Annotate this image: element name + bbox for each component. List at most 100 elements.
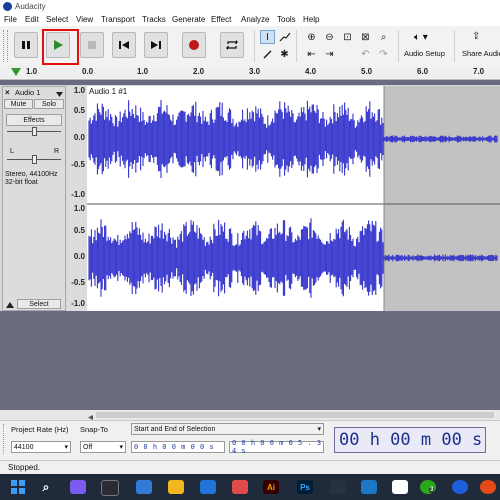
pan-slider-thumb[interactable]: [32, 155, 37, 164]
selection-tool-icon[interactable]: I: [260, 30, 275, 44]
zoom-out-icon[interactable]: ⊖: [322, 30, 337, 44]
windows-start-icon[interactable]: [10, 480, 26, 494]
menu-analyze[interactable]: Analyze: [241, 15, 269, 24]
capcut-icon[interactable]: [392, 480, 408, 494]
search-icon[interactable]: ⌕: [38, 480, 54, 494]
scale-label: 0.0: [73, 133, 85, 142]
project-rate-value: 44100: [14, 443, 34, 451]
chrome-icon[interactable]: [480, 480, 496, 494]
zoom-toggle-icon[interactable]: ⌕: [376, 30, 391, 44]
status-bar: Stopped.: [0, 460, 500, 475]
task-view-icon[interactable]: [101, 480, 119, 496]
scrollbar-thumb[interactable]: [96, 412, 494, 418]
draw-tool-icon[interactable]: [260, 47, 275, 61]
trim-audio-icon[interactable]: ⇤: [304, 47, 319, 61]
selection-toolbar-grip[interactable]: [3, 424, 7, 454]
edge-browser-icon[interactable]: [136, 480, 152, 494]
ruler-label: 6.0: [417, 67, 429, 76]
skip-to-end-button[interactable]: [144, 32, 168, 58]
project-rate-select[interactable]: 44100 ▾: [11, 441, 71, 453]
scale-label: 0.5: [73, 106, 85, 115]
zoom-in-icon[interactable]: ⊕: [304, 30, 319, 44]
menu-tools[interactable]: Tools: [277, 15, 296, 24]
copilot-icon[interactable]: [70, 480, 86, 494]
toolbar-separator: [398, 30, 399, 62]
collapse-track-icon[interactable]: [6, 301, 14, 310]
menu-select[interactable]: Select: [46, 15, 68, 24]
solo-button[interactable]: Solo: [34, 99, 64, 109]
stop-button[interactable]: [80, 32, 104, 58]
file-explorer-icon[interactable]: [168, 480, 184, 494]
title-bar: Audacity: [0, 0, 500, 14]
track-control-panel: × Audio 1 Mute Solo Effects L R Stereo, …: [2, 86, 66, 311]
menu-edit[interactable]: Edit: [25, 15, 39, 24]
track-name[interactable]: Audio 1: [15, 88, 40, 97]
menu-generate[interactable]: Generate: [172, 15, 205, 24]
pan-left-label: L: [10, 148, 14, 155]
photoshop-icon[interactable]: Ps: [297, 480, 313, 494]
track-menu-chevron-icon[interactable]: [56, 90, 63, 99]
toolbar-grip[interactable]: [3, 30, 8, 62]
menu-bar: File Edit Select View Transport Tracks G…: [0, 14, 500, 26]
share-audio-button[interactable]: ⇪ Share Audio: [460, 30, 500, 62]
loop-button[interactable]: [220, 32, 244, 58]
mute-button[interactable]: Mute: [4, 99, 33, 109]
play-button-highlight: [42, 29, 79, 65]
effects-button[interactable]: Effects: [6, 114, 62, 126]
edge-dev-icon[interactable]: [452, 480, 468, 494]
pinned-app-icon[interactable]: [330, 480, 346, 494]
pan-right-label: R: [54, 148, 60, 155]
waveform-clip[interactable]: Audio 1 #1: [87, 86, 500, 311]
outlook-icon[interactable]: [200, 480, 216, 494]
scale-label: -0.5: [71, 278, 85, 287]
skip-to-start-button[interactable]: [112, 32, 136, 58]
window-title: Audacity: [15, 2, 46, 11]
whatsapp-icon[interactable]: 3: [420, 480, 436, 494]
audacity-logo-icon: [3, 2, 12, 11]
ruler-label: 3.0: [249, 67, 261, 76]
menu-help[interactable]: Help: [303, 15, 319, 24]
audio-position-display[interactable]: 00 h 00 m 00 s: [334, 427, 486, 453]
multi-tool-icon[interactable]: ✱: [277, 47, 292, 61]
menu-tracks[interactable]: Tracks: [142, 15, 166, 24]
record-button[interactable]: [182, 32, 206, 58]
illustrator-icon[interactable]: Ai: [263, 480, 279, 494]
audio-setup-button[interactable]: 🔈︎ ▾ Audio Setup: [404, 30, 450, 62]
ruler-label: 5.0: [361, 67, 373, 76]
menu-effect[interactable]: Effect: [211, 15, 231, 24]
pause-button[interactable]: [14, 32, 38, 58]
select-track-button[interactable]: Select: [17, 299, 61, 309]
playhead-marker-icon[interactable]: [11, 68, 21, 78]
undo-icon[interactable]: ↶: [358, 47, 373, 61]
status-text: Stopped.: [8, 463, 41, 472]
envelope-tool-icon[interactable]: [277, 30, 292, 44]
menu-transport[interactable]: Transport: [101, 15, 135, 24]
scale-label: -0.5: [71, 160, 85, 169]
selection-mode-select[interactable]: Start and End of Selection ▾: [131, 423, 324, 435]
toolbar-separator: [296, 30, 297, 62]
menu-file[interactable]: File: [4, 15, 17, 24]
ruler-label: 0.0: [82, 67, 94, 76]
close-track-icon[interactable]: ×: [5, 88, 10, 97]
vscode-icon[interactable]: [361, 480, 377, 494]
project-rate-label: Project Rate (Hz): [11, 425, 69, 434]
ruler-label: 1.0: [26, 67, 38, 76]
audio-setup-label: Audio Setup: [404, 49, 445, 58]
clip-name[interactable]: Audio 1 #1: [89, 87, 127, 96]
fit-selection-icon[interactable]: ⊡: [340, 30, 355, 44]
audio-position-value: 00 h 00 m 00 s: [339, 430, 483, 450]
selection-start-time[interactable]: 0 0 h 0 0 m 0 0 s: [131, 441, 225, 453]
redo-icon[interactable]: ↷: [376, 47, 391, 61]
gain-slider-thumb[interactable]: [32, 127, 37, 136]
waveform-canvas[interactable]: [87, 86, 500, 311]
scale-label: 0.0: [73, 252, 85, 261]
silence-audio-icon[interactable]: ⇥: [322, 47, 337, 61]
horizontal-scrollbar[interactable]: [0, 410, 500, 420]
pinned-app-icon[interactable]: [232, 480, 248, 494]
ruler-label: 1.0: [137, 67, 149, 76]
menu-view[interactable]: View: [76, 15, 93, 24]
fit-project-icon[interactable]: ⊠: [358, 30, 373, 44]
snap-to-select[interactable]: Off ▾: [80, 441, 126, 453]
selection-end-time[interactable]: 0 0 h 0 0 m 0 5 . 3 4 s: [229, 439, 324, 455]
chevron-down-icon: ▾: [317, 426, 321, 433]
